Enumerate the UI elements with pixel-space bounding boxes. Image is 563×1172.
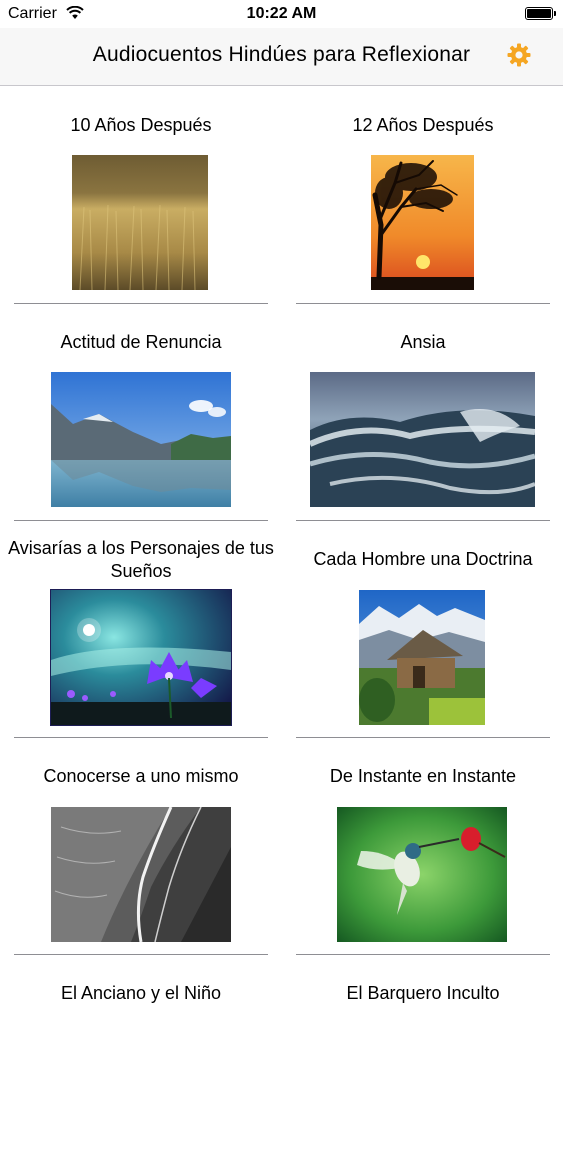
story-cell[interactable]: El Anciano y el Niño xyxy=(0,955,282,1172)
status-bar: Carrier 10:22 AM xyxy=(0,0,563,28)
ocean-wave-image xyxy=(310,372,535,507)
story-title: Conocerse a uno mismo xyxy=(43,766,239,786)
story-cell[interactable]: Ansia xyxy=(282,304,563,521)
story-cell[interactable]: De Instante en Instante xyxy=(282,738,563,955)
battery-icon xyxy=(525,7,556,20)
mountain-hut-image xyxy=(359,590,485,725)
story-title: Actitud de Renuncia xyxy=(60,332,222,352)
tree-sunset-image xyxy=(371,155,474,290)
page-title: Audiocuentos Hindúes para Reflexionar xyxy=(92,43,471,66)
story-title: Ansia xyxy=(400,332,446,352)
story-title: El Anciano y el Niño xyxy=(60,983,222,1003)
story-title: 10 Años Después xyxy=(70,115,212,135)
story-cell[interactable]: 12 Años Después xyxy=(282,87,563,304)
story-cell[interactable]: Avisarías a los Personajes de tus Sueños xyxy=(0,521,282,738)
navigation-bar: Audiocuentos Hindúes para Reflexionar xyxy=(0,28,563,86)
wheat-field-image xyxy=(72,155,208,290)
gear-icon[interactable] xyxy=(506,42,532,68)
fantasy-night-flowers-image xyxy=(50,589,232,726)
story-title: 12 Años Después xyxy=(352,115,494,135)
story-cell[interactable]: Conocerse a uno mismo xyxy=(0,738,282,955)
story-cell[interactable]: El Barquero Inculto xyxy=(282,955,563,1172)
clock: 10:22 AM xyxy=(246,5,317,22)
mountain-lake-image xyxy=(51,372,231,507)
story-title: De Instante en Instante xyxy=(329,766,517,786)
story-title: El Barquero Inculto xyxy=(346,983,500,1003)
story-title: Cada Hombre una Doctrina xyxy=(313,549,533,569)
story-cell[interactable]: Actitud de Renuncia xyxy=(0,304,282,521)
story-cell[interactable]: Cada Hombre una Doctrina xyxy=(282,521,563,738)
story-cell[interactable]: 10 Años Después xyxy=(0,87,282,304)
beach-shore-image xyxy=(51,807,231,942)
hummingbird-image xyxy=(337,807,507,942)
story-title: Avisarías a los Personajes de tus Sueños xyxy=(8,538,274,581)
